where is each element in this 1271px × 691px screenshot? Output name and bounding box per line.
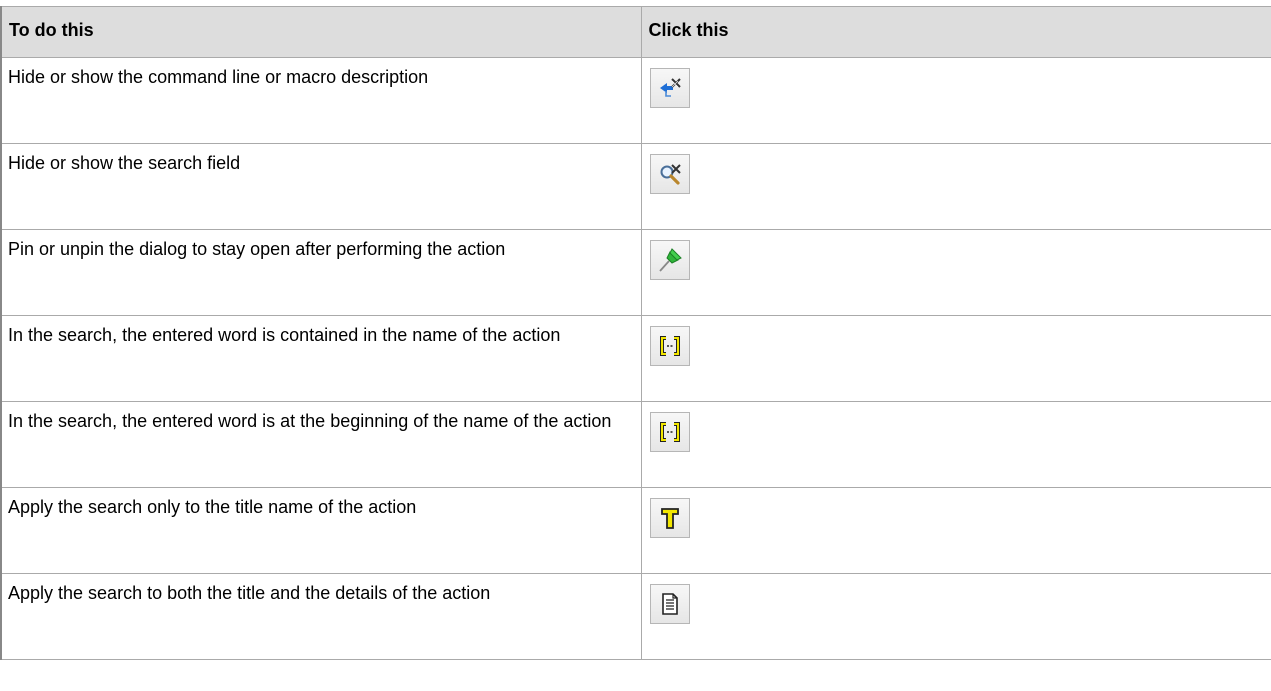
title-t-icon[interactable] <box>649 498 690 538</box>
row-icon-cell <box>640 573 1271 660</box>
table-row: Hide or show the command line or macro d… <box>0 57 1271 144</box>
row-text: In the search, the entered word is at th… <box>8 411 612 431</box>
table-row: In the search, the entered word is at th… <box>0 401 1271 488</box>
begins-with-bracket-icon[interactable] <box>649 412 690 452</box>
row-icon-cell <box>640 229 1271 316</box>
row-icon-cell <box>640 401 1271 488</box>
table-row: Pin or unpin the dialog to stay open aft… <box>0 229 1271 316</box>
row-description: Apply the search to both the title and t… <box>0 573 642 660</box>
row-text: In the search, the entered word is conta… <box>8 325 561 345</box>
table-header-row: To do this Click this <box>0 6 1271 58</box>
table-row: In the search, the entered word is conta… <box>0 315 1271 402</box>
header-click-this: Click this <box>640 6 1271 58</box>
row-text: Hide or show the search field <box>8 153 241 173</box>
table-row: Hide or show the search field <box>0 143 1271 230</box>
header-label: Click this <box>648 20 729 40</box>
row-description: Hide or show the command line or macro d… <box>0 57 642 144</box>
hide-show-search-icon[interactable] <box>649 154 690 194</box>
row-icon-cell <box>640 143 1271 230</box>
table-row: Apply the search only to the title name … <box>0 487 1271 574</box>
row-text: Apply the search only to the title name … <box>8 497 417 517</box>
pin-icon[interactable] <box>649 240 690 280</box>
row-description: Apply the search only to the title name … <box>0 487 642 574</box>
row-icon-cell <box>640 487 1271 574</box>
hide-show-command-line-icon[interactable] <box>649 68 690 108</box>
row-description: In the search, the entered word is at th… <box>0 401 642 488</box>
action-table: To do this Click this Hide or show the c… <box>0 6 1271 660</box>
row-description: In the search, the entered word is conta… <box>0 315 642 402</box>
document-icon[interactable] <box>649 584 690 624</box>
row-icon-cell <box>640 57 1271 144</box>
header-to-do-this: To do this <box>0 6 642 58</box>
header-label: To do this <box>9 20 94 40</box>
row-icon-cell <box>640 315 1271 402</box>
row-text: Apply the search to both the title and t… <box>8 583 491 603</box>
contains-bracket-icon[interactable] <box>649 326 690 366</box>
row-text: Pin or unpin the dialog to stay open aft… <box>8 239 506 259</box>
table-row: Apply the search to both the title and t… <box>0 573 1271 660</box>
row-description: Hide or show the search field <box>0 143 642 230</box>
row-text: Hide or show the command line or macro d… <box>8 67 429 87</box>
row-description: Pin or unpin the dialog to stay open aft… <box>0 229 642 316</box>
